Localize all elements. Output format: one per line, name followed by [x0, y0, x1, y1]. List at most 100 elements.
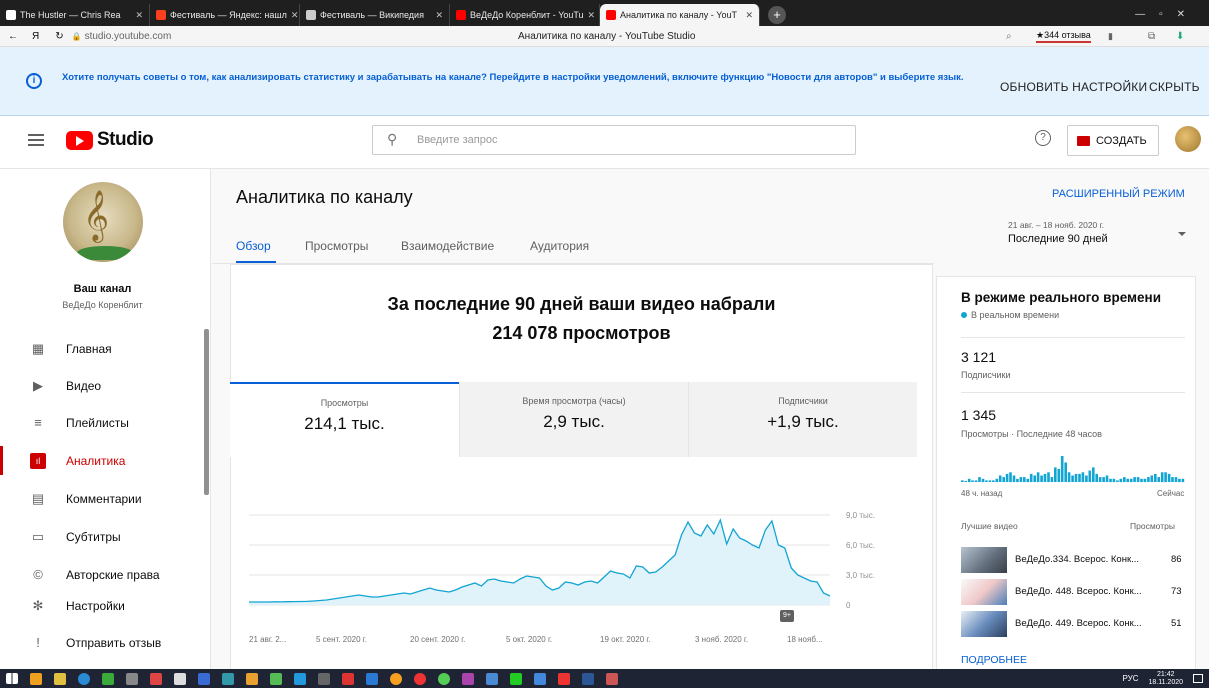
- sidebar-item-comments[interactable]: ▤ Комментарии: [0, 480, 205, 517]
- realtime-bar: [1067, 472, 1071, 483]
- tab-close-icon[interactable]: ✕: [588, 10, 596, 21]
- taskbar-app-icon[interactable]: [582, 672, 594, 685]
- realtime-views-count: 1 345: [961, 407, 997, 423]
- tab-close-icon[interactable]: ✕: [135, 10, 143, 21]
- channel-title: Ваш канал: [73, 283, 132, 295]
- taskbar-app-icon[interactable]: [270, 672, 282, 685]
- taskbar-app-icon[interactable]: [222, 672, 234, 685]
- realtime-bar: [1040, 475, 1043, 482]
- taskbar-app-icon[interactable]: [510, 672, 522, 685]
- create-button[interactable]: СОЗДАТЬ: [1067, 125, 1159, 156]
- realtime-bar: [1016, 478, 1019, 483]
- taskbar-app-icon[interactable]: [366, 672, 378, 685]
- tray-clock[interactable]: 21:42 18.11.2020: [1148, 671, 1183, 687]
- realtime-bar: [1012, 475, 1016, 482]
- tab-close-icon[interactable]: ✕: [745, 10, 753, 21]
- address-bar: ← Я ↻ 🔒 studio.youtube.com Аналитика по …: [0, 26, 1209, 47]
- youtube-logo-icon[interactable]: [66, 131, 93, 150]
- browser-tab[interactable]: ВеДеДо Коренблит - YouTu ✕: [450, 4, 600, 26]
- subtitles-icon: ▭: [31, 528, 45, 544]
- chart-y-tick: 0: [846, 601, 851, 610]
- menu-icon[interactable]: [28, 134, 44, 146]
- url-field[interactable]: studio.youtube.com: [85, 31, 172, 42]
- sidebar-item-subtitles[interactable]: ▭ Субтитры: [0, 518, 205, 555]
- taskbar-app-icon[interactable]: [246, 672, 258, 685]
- taskbar-app-icon[interactable]: [390, 672, 402, 685]
- taskbar-app-icon[interactable]: [126, 672, 138, 685]
- realtime-bar: [1078, 473, 1081, 482]
- sidebar-item-video[interactable]: ▶ Видео: [0, 367, 205, 404]
- chart-y-tick: 6,0 тыс.: [846, 541, 875, 550]
- taskbar-app-icon[interactable]: [558, 672, 570, 685]
- sidebar-item-analytics[interactable]: ıl Аналитика: [0, 442, 205, 479]
- realtime-bar: [1171, 477, 1174, 482]
- channel-avatar[interactable]: 𝄞: [63, 182, 143, 262]
- taskbar-app-icon[interactable]: [54, 672, 66, 685]
- top-video-row[interactable]: ВеДеДо. 448. Всерос. Конк... 73: [961, 579, 1185, 605]
- comments-icon: ▤: [31, 490, 45, 506]
- reload-icon[interactable]: ↻: [55, 31, 63, 42]
- taskbar-app-icon[interactable]: [414, 672, 426, 685]
- browser-tab[interactable]: Фестиваль — Яндекс: нашл ✕: [150, 4, 300, 26]
- tab-close-icon[interactable]: ✕: [435, 10, 443, 21]
- taskbar-app-icon[interactable]: [102, 672, 114, 685]
- hide-button[interactable]: СКРЫТЬ: [1149, 80, 1200, 94]
- taskbar-app-icon[interactable]: [150, 672, 162, 685]
- taskbar-app-icon[interactable]: [462, 672, 474, 685]
- taskbar-app-icon[interactable]: [438, 672, 450, 685]
- taskbar-app-icon[interactable]: [78, 672, 90, 685]
- realtime-card: В режиме реального времени В реальном вр…: [936, 276, 1196, 670]
- sidebar-item-settings[interactable]: ✻ Настройки: [0, 587, 205, 624]
- studio-logo[interactable]: Studio: [97, 129, 154, 151]
- taskbar-app-icon[interactable]: [198, 672, 210, 685]
- realtime-bar-chart: [961, 456, 1185, 483]
- bookmark-icon[interactable]: ▮: [1108, 31, 1113, 42]
- extensions-icon[interactable]: ⧉: [1148, 31, 1155, 42]
- realtime-bar: [1081, 472, 1085, 483]
- sidebar-item-dashboard[interactable]: ▦ Главная: [0, 330, 205, 367]
- browser-tab-active[interactable]: Аналитика по каналу - YouT ✕: [600, 4, 760, 26]
- back-icon[interactable]: ←: [8, 31, 18, 42]
- new-tab-icon[interactable]: +: [768, 6, 786, 24]
- window-controls[interactable]: —▫✕: [1135, 9, 1209, 26]
- notifications-icon[interactable]: [1193, 674, 1203, 683]
- browser-tab[interactable]: Фестиваль — Википедия ✕: [300, 4, 450, 26]
- taskbar-app-icon[interactable]: [534, 672, 546, 685]
- realtime-bar: [1181, 478, 1185, 483]
- page-title: Аналитика по каналу - YouTube Studio: [518, 30, 696, 42]
- tray-language[interactable]: РУС: [1122, 674, 1138, 683]
- sidebar: 𝄞 Ваш канал ВеДеДо Коренблит ▦ Главная ▶ В…: [0, 169, 211, 669]
- taskbar-app-icon[interactable]: [174, 672, 186, 685]
- realtime-title: В режиме реального времени: [961, 290, 1161, 305]
- windows-start-icon[interactable]: [6, 673, 18, 684]
- taskbar-app-icon[interactable]: [30, 672, 42, 685]
- reviews-badge[interactable]: ★344 отзыва: [1036, 30, 1091, 43]
- realtime-bar: [1088, 470, 1092, 482]
- tab-close-icon[interactable]: ✕: [291, 10, 299, 21]
- taskbar-app-icon[interactable]: [294, 672, 306, 685]
- realtime-bar: [1123, 477, 1126, 482]
- tab-favicon-icon: [6, 10, 16, 20]
- search-box[interactable]: ⚲ Введите запрос: [372, 125, 856, 155]
- top-video-row[interactable]: ВеДеДо. 449. Всерос. Конк... 51: [961, 611, 1185, 637]
- search-input[interactable]: Введите запрос: [417, 134, 497, 146]
- avatar[interactable]: [1175, 126, 1201, 152]
- taskbar-app-icon[interactable]: [342, 672, 354, 685]
- yandex-icon[interactable]: Я: [32, 31, 39, 42]
- windows-taskbar: РУС 21:42 18.11.2020: [0, 669, 1209, 688]
- sidebar-item-playlists[interactable]: ≡ Плейлисты: [0, 404, 205, 441]
- search-icon[interactable]: ⌕: [1006, 31, 1012, 42]
- top-video-row[interactable]: ВеДеДо.334. Всерос. Конк... 86: [961, 547, 1185, 573]
- taskbar-app-icon[interactable]: [486, 672, 498, 685]
- more-link[interactable]: ПОДРОБНЕЕ: [961, 654, 1027, 666]
- update-settings-button[interactable]: ОБНОВИТЬ НАСТРОЙКИ: [1000, 80, 1147, 94]
- sidebar-item-feedback[interactable]: ! Отправить отзыв: [0, 624, 205, 661]
- browser-tab[interactable]: The Hustler — Chris Rea ✕: [0, 4, 150, 26]
- notification-badge[interactable]: 9+: [780, 610, 794, 622]
- help-icon[interactable]: ?: [1035, 130, 1051, 146]
- taskbar-app-icon[interactable]: [318, 672, 330, 685]
- download-icon[interactable]: ⬇: [1176, 31, 1184, 42]
- taskbar-app-icon[interactable]: [606, 672, 618, 685]
- realtime-bar: [1033, 475, 1036, 482]
- realtime-bar: [995, 478, 999, 483]
